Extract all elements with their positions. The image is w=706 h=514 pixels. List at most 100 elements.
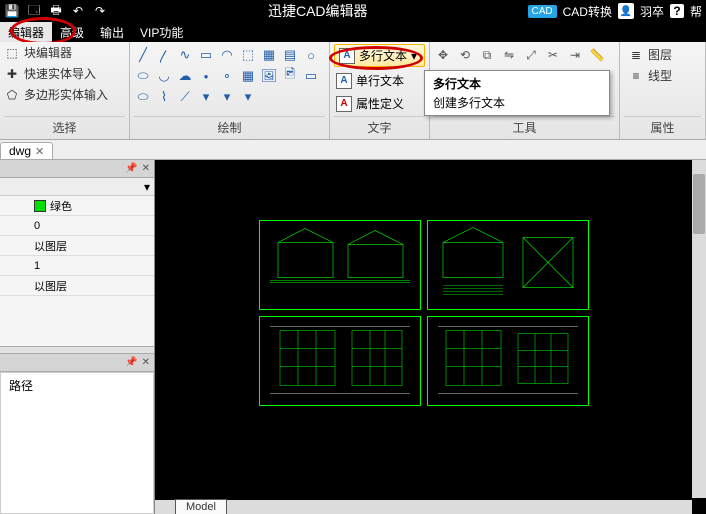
ellipse-icon[interactable]: ⬭: [134, 67, 152, 85]
fast-input-label: 快速实体导入: [24, 65, 96, 82]
panel-separator: [0, 346, 154, 354]
pin-icon[interactable]: 📌: [125, 163, 137, 174]
move-icon[interactable]: ✥: [434, 46, 452, 64]
polyline2-icon[interactable]: ⌇: [155, 88, 173, 106]
panel2-body: 路径: [0, 372, 154, 514]
close-icon[interactable]: ✕: [35, 145, 44, 158]
block-editor-button[interactable]: ⬚块编辑器: [4, 44, 125, 61]
prop-row[interactable]: 以图层: [0, 276, 154, 296]
more2-icon[interactable]: ▾: [218, 88, 236, 106]
close-panel-icon[interactable]: ✕: [142, 357, 150, 368]
ellipse2-icon[interactable]: ⬭: [134, 88, 152, 106]
prop-value: 1: [30, 260, 154, 272]
saveall-icon[interactable]: 🗔: [26, 3, 42, 19]
text-panel-label: 文字: [334, 116, 425, 139]
single-text-button[interactable]: A单行文本: [334, 71, 425, 90]
undo-icon[interactable]: ↶: [70, 3, 86, 19]
chevron-down-icon: ▾: [144, 180, 150, 194]
poly-input-label: 多边形实体输入: [24, 86, 108, 103]
rect-icon[interactable]: ▭: [197, 46, 215, 64]
more3-icon[interactable]: ▾: [239, 88, 257, 106]
prop-row[interactable]: 0: [0, 216, 154, 236]
grid-icon[interactable]: ▦: [239, 67, 257, 85]
workspace: 📌 ✕ ▾ 绿色 0 以图层 1 以图层 📌 ✕ 路径: [0, 160, 706, 514]
help-icon[interactable]: ?: [670, 4, 684, 18]
region-icon[interactable]: ▦: [260, 46, 278, 64]
spline-icon[interactable]: ∿: [176, 46, 194, 64]
block-editor-label: 块编辑器: [24, 44, 72, 61]
cad-convert-button[interactable]: CAD转换: [563, 3, 612, 20]
menu-output[interactable]: 输出: [92, 22, 132, 43]
tooltip-title: 多行文本: [433, 75, 601, 92]
layer-button[interactable]: ≣图层: [628, 46, 697, 63]
point-icon[interactable]: •: [197, 67, 215, 85]
app-title: 迅捷CAD编辑器: [108, 1, 528, 21]
print-icon[interactable]: 🖶: [48, 3, 64, 19]
quick-access-toolbar: 💾 🗔 🖶 ↶ ↷: [4, 3, 108, 19]
dot-icon[interactable]: ∘: [218, 67, 236, 85]
redo-icon[interactable]: ↷: [92, 3, 108, 19]
copy-icon[interactable]: ⧉: [478, 46, 496, 64]
titlebar: 💾 🗔 🖶 ↶ ↷ 迅捷CAD编辑器 CAD CAD转换 👤 羽卒 ? 帮: [0, 0, 706, 22]
tooltip-desc: 创建多行文本: [433, 94, 601, 111]
xline-icon[interactable]: ⟋: [176, 88, 194, 106]
image2-icon[interactable]: 🖻: [281, 67, 299, 85]
horizontal-scrollbar[interactable]: [155, 500, 692, 514]
vertical-scrollbar[interactable]: [692, 160, 706, 498]
prop-row[interactable]: 绿色: [0, 196, 154, 216]
drawing-canvas[interactable]: Model: [155, 160, 706, 514]
circle-icon[interactable]: ○: [302, 46, 320, 64]
prop-value: 以图层: [30, 238, 154, 254]
line-icon[interactable]: ╱: [134, 46, 152, 64]
hatch-icon[interactable]: ▤: [281, 46, 299, 64]
fast-entity-input-button[interactable]: ✚快速实体导入: [4, 65, 125, 82]
linetype-label: 线型: [648, 67, 672, 84]
stext-label: 单行文本: [356, 72, 404, 89]
drawing-sheets: [259, 220, 589, 400]
measure-icon[interactable]: 📏: [588, 46, 606, 64]
pin-icon[interactable]: 📌: [125, 357, 137, 368]
layer-label: 图层: [648, 46, 672, 63]
arc2-icon[interactable]: ◡: [155, 67, 173, 85]
scroll-thumb[interactable]: [693, 174, 705, 234]
linetype-button[interactable]: ≡线型: [628, 67, 697, 84]
save-icon[interactable]: 💾: [4, 3, 20, 19]
model-tab[interactable]: Model: [175, 499, 227, 514]
dropdown-icon: ▾: [411, 49, 417, 63]
rect2-icon[interactable]: ▭: [302, 67, 320, 85]
extend-icon[interactable]: ⇥: [566, 46, 584, 64]
scale-icon[interactable]: ⤢: [522, 46, 540, 64]
polyline-icon[interactable]: 〳: [155, 46, 173, 64]
trim-icon[interactable]: ✂: [544, 46, 562, 64]
prop-row[interactable]: 1: [0, 256, 154, 276]
close-panel-icon[interactable]: ✕: [142, 163, 150, 174]
help-label[interactable]: 帮: [690, 3, 702, 20]
attrib-def-button[interactable]: A属性定义: [334, 94, 425, 113]
linetype-icon: ≡: [628, 68, 644, 84]
doc-tab[interactable]: dwg ✕: [0, 142, 53, 159]
cad-badge[interactable]: CAD: [528, 5, 557, 18]
props-dropdown[interactable]: ▾: [0, 178, 154, 196]
image-icon[interactable]: 🖼: [260, 67, 278, 85]
prop-row[interactable]: 以图层: [0, 236, 154, 256]
cloud-icon[interactable]: ☁: [176, 67, 194, 85]
arc-icon[interactable]: ◠: [218, 46, 236, 64]
user-icon[interactable]: 👤: [618, 3, 634, 19]
drawing-cell: [259, 316, 421, 406]
menu-editor[interactable]: 编辑器: [0, 22, 52, 43]
drawing-cell: [259, 220, 421, 310]
rotate-icon[interactable]: ⟲: [456, 46, 474, 64]
mirror-icon[interactable]: ⇋: [500, 46, 518, 64]
more1-icon[interactable]: ▾: [197, 88, 215, 106]
user-name: 羽卒: [640, 3, 664, 20]
drawing-cell: [427, 316, 589, 406]
color-swatch: [34, 200, 46, 212]
mtext-button[interactable]: A多行文本▾: [334, 44, 425, 67]
polygon-entity-input-button[interactable]: ⬠多边形实体输入: [4, 86, 125, 103]
menu-vip[interactable]: VIP功能: [132, 22, 191, 43]
drawing-cell: [427, 220, 589, 310]
ribbon-text-panel: A多行文本▾ A单行文本 A属性定义 文字: [330, 42, 430, 139]
dashrect-icon[interactable]: ⬚: [239, 46, 257, 64]
menu-advanced[interactable]: 高级: [52, 22, 92, 43]
path-label: 路径: [9, 379, 33, 393]
